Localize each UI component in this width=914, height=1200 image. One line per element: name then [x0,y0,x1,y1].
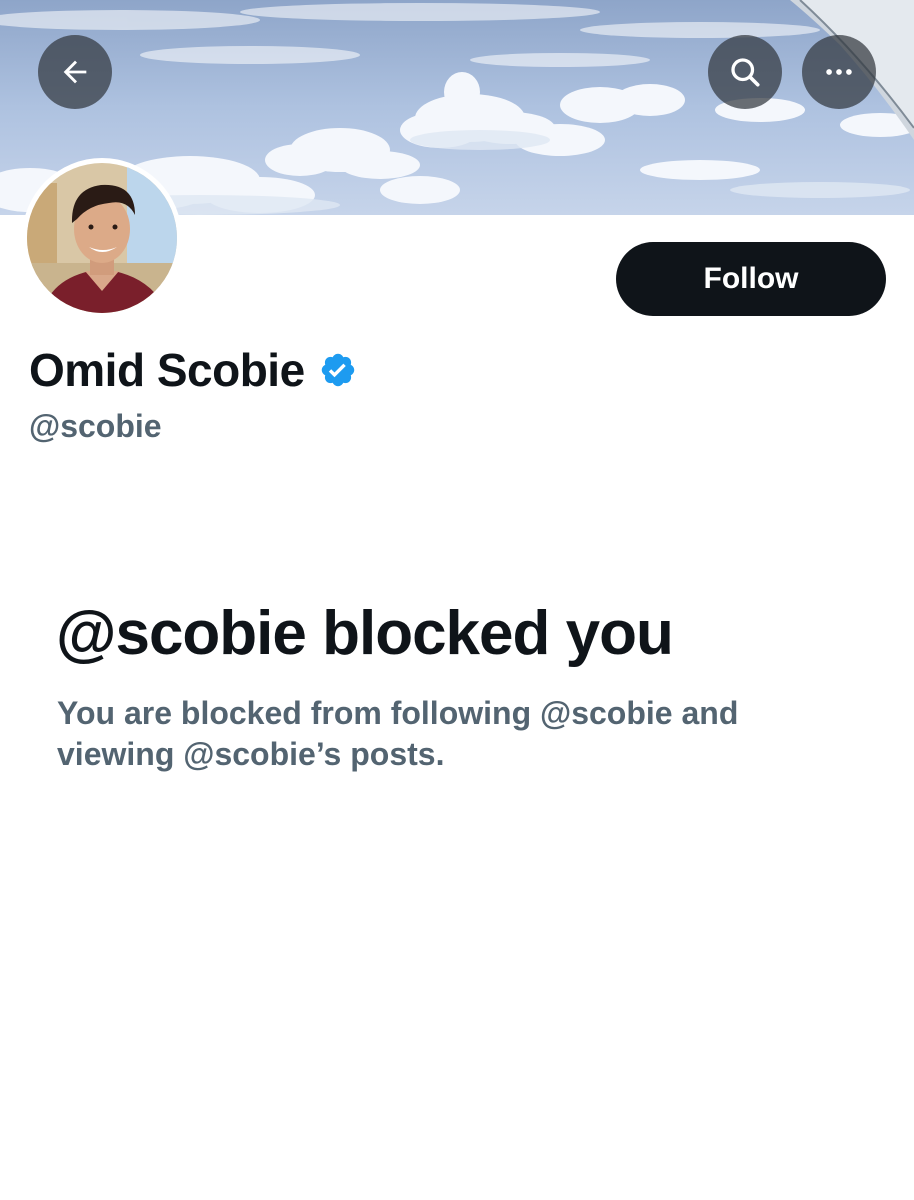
profile-name-row: Omid Scobie [29,342,357,398]
back-button[interactable] [38,35,112,109]
follow-button[interactable]: Follow [616,242,886,316]
more-horizontal-icon [826,69,852,75]
display-name: Omid Scobie [29,344,305,396]
search-button[interactable] [708,35,782,109]
blocked-title: @scobie blocked you [56,599,674,668]
search-icon [731,58,760,87]
arrow-left-icon [63,60,87,84]
profile-handle: @scobie [29,408,162,444]
verified-badge-icon[interactable] [319,351,357,389]
avatar-photo [27,163,177,313]
profile-avatar[interactable] [22,158,182,318]
blocked-description: You are blocked from following @scobie a… [57,695,739,772]
more-options-button[interactable] [802,35,876,109]
